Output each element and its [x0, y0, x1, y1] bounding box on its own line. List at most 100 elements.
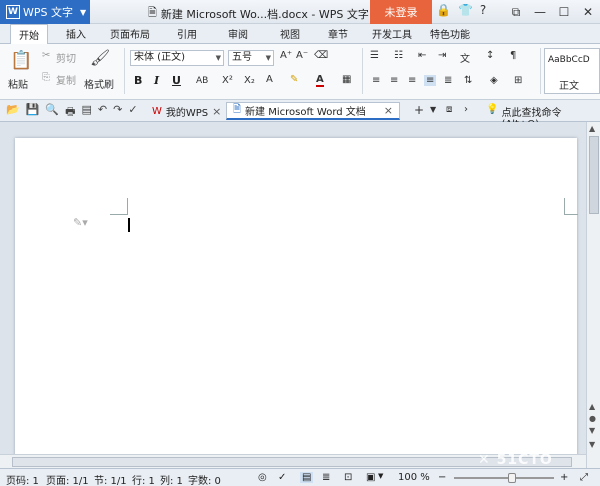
tab-references[interactable]: 引用 — [177, 26, 197, 41]
undo-icon[interactable]: ↶ — [98, 103, 107, 122]
tab-insert[interactable]: 插入 — [66, 26, 86, 41]
decrease-indent-icon[interactable]: ⇤ — [418, 50, 426, 61]
shirt-skin-icon[interactable]: 👕 — [458, 3, 473, 17]
numbered-list-icon[interactable]: ☷ — [394, 50, 403, 61]
help-icon[interactable]: ? — [480, 3, 486, 17]
document-title: 新建 Microsoft Wo...档.docx - WPS 文字 — [160, 7, 369, 21]
copy-button[interactable]: 复制 — [56, 72, 76, 87]
align-right-icon[interactable]: ≡ — [408, 75, 416, 86]
font-size-select[interactable]: 五号 ▼ — [228, 50, 274, 66]
align-left-icon[interactable]: ≡ — [372, 75, 380, 86]
web-view-icon[interactable]: ⊡ — [344, 472, 352, 483]
reading-view-icon[interactable]: ▣ — [366, 472, 375, 483]
chevron-down-icon[interactable]: ▼ — [430, 105, 436, 114]
increase-indent-icon[interactable]: ⇥ — [438, 50, 446, 61]
align-center-icon[interactable]: ≡ — [390, 75, 398, 86]
minimize-icon[interactable]: — — [528, 0, 552, 24]
font-color-icon[interactable]: A — [316, 74, 324, 87]
copy-icon[interactable]: ⎘ — [42, 72, 50, 83]
zoom-slider-track[interactable] — [454, 477, 554, 479]
underline-icon[interactable]: U — [172, 74, 181, 87]
superscript-icon[interactable]: X² — [222, 75, 233, 86]
login-button[interactable]: 未登录 — [370, 0, 432, 24]
export-pdf-icon[interactable]: ▤ — [82, 103, 92, 122]
vertical-scrollbar[interactable]: ▲ ▲ ● ▼ ▼ — [586, 122, 600, 468]
char-shading-icon[interactable]: ▦ — [342, 74, 351, 85]
restore-icon[interactable]: ⧉ — [504, 0, 528, 24]
tab-view[interactable]: 视图 — [280, 26, 300, 41]
status-word-count[interactable]: 字数: 0 — [188, 472, 221, 486]
bullet-list-icon[interactable]: ☰ — [370, 50, 379, 61]
tab-special-features[interactable]: 特色功能 — [430, 26, 470, 41]
cut-icon[interactable]: ✂ — [42, 50, 50, 61]
print-preview-icon[interactable]: 🔍 — [45, 103, 59, 122]
tab-page-layout[interactable]: 页面布局 — [110, 26, 150, 41]
tab-my-wps[interactable]: W 我的WPS × — [146, 102, 227, 120]
select-browse-object-icon[interactable]: ● — [589, 414, 596, 423]
tab-home[interactable]: 开始 — [10, 24, 48, 45]
tab-active-document[interactable]: 🗎 新建 Microsoft Word 文档 × — [226, 102, 401, 120]
scroll-up-icon[interactable]: ▲ — [589, 124, 595, 133]
close-icon[interactable]: × — [212, 105, 221, 118]
highlight-icon[interactable]: ✎ — [290, 74, 298, 85]
document-icon: 🗎 — [233, 104, 242, 115]
ribbon-separator — [124, 48, 125, 94]
redo-icon[interactable]: ↷ — [113, 103, 122, 122]
outline-view-icon[interactable]: ≣ — [322, 472, 330, 483]
status-page-number: 页码: 1 — [6, 476, 39, 486]
tab-list-icon[interactable]: ⧈ — [446, 104, 452, 115]
grow-font-icon[interactable]: A⁺ — [280, 50, 292, 61]
show-marks-icon[interactable]: ¶ — [510, 50, 516, 61]
zoom-out-icon[interactable]: − — [438, 472, 446, 483]
paragraph-spacing-icon[interactable]: ⇅ — [464, 75, 472, 86]
zoom-level[interactable]: 100 % — [398, 472, 430, 483]
chevron-right-icon[interactable]: › — [464, 104, 468, 115]
print-icon[interactable]: 🖶 — [65, 103, 75, 122]
shrink-font-icon[interactable]: A⁻ — [296, 50, 308, 61]
scroll-down-icon[interactable]: ▼ — [589, 426, 595, 435]
tab-review[interactable]: 审阅 — [228, 26, 248, 41]
strikethrough-icon[interactable]: AB — [196, 76, 208, 86]
italic-icon[interactable]: I — [154, 74, 159, 87]
protect-eye-icon[interactable]: ◎ — [258, 472, 267, 483]
close-icon[interactable]: × — [384, 104, 393, 117]
style-gallery-normal[interactable]: AaBbCcD 正文 — [544, 48, 600, 94]
lock-icon[interactable]: 🔒 — [436, 3, 451, 17]
zoom-slider-thumb[interactable] — [508, 473, 517, 483]
line-spacing-icon[interactable]: ↕ — [486, 50, 494, 61]
maximize-icon[interactable]: ☐ — [552, 0, 576, 24]
clear-format-icon[interactable]: ⌫ — [314, 50, 328, 61]
scroll-thumb[interactable] — [589, 136, 599, 214]
chinese-layout-icon[interactable]: 文 — [460, 50, 470, 65]
border-icon[interactable]: ⊞ — [514, 75, 522, 86]
save-icon[interactable]: 💾 — [26, 103, 40, 122]
fullscreen-icon[interactable]: ⤢ — [580, 472, 588, 483]
bold-icon[interactable]: B — [134, 74, 142, 87]
distribute-icon[interactable]: ≣ — [444, 75, 452, 86]
ribbon-tabs: 开始 插入 页面布局 引用 审阅 视图 章节 开发工具 特色功能 — [0, 24, 600, 45]
wps-app-menu-button[interactable]: W WPS 文字 ▼ — [0, 0, 90, 24]
close-icon[interactable]: ✕ — [576, 0, 600, 24]
document-page[interactable]: ✎▾ — [15, 138, 578, 468]
page-view-icon[interactable]: ▤ — [300, 472, 314, 483]
format-painter-icon[interactable]: 🖌 — [90, 48, 110, 67]
tab-chapter[interactable]: 章节 — [328, 26, 348, 41]
align-justify-icon[interactable]: ≡ — [424, 75, 437, 86]
font-name-select[interactable]: 宋体 (正文) ▼ — [130, 50, 224, 66]
spell-check-icon[interactable]: ✓ — [278, 472, 286, 483]
shading-icon[interactable]: ◈ — [490, 75, 498, 86]
subscript-icon[interactable]: X₂ — [244, 75, 255, 86]
zoom-in-icon[interactable]: + — [560, 472, 568, 483]
customize-icon[interactable]: ✓ — [128, 103, 137, 122]
paste-button[interactable]: 粘贴 — [8, 76, 28, 91]
format-painter-button[interactable]: 格式刷 — [84, 76, 114, 91]
paste-icon[interactable]: 📋 — [10, 50, 32, 71]
text-effect-icon[interactable]: A — [266, 74, 273, 85]
tab-developer[interactable]: 开发工具 — [372, 26, 412, 41]
scroll-down-icon[interactable]: ▼ — [589, 440, 595, 449]
open-folder-icon[interactable]: 📂 — [6, 103, 20, 122]
scroll-up-icon[interactable]: ▲ — [589, 402, 595, 411]
chevron-down-icon[interactable]: ▼ — [378, 472, 383, 480]
new-tab-icon[interactable]: + — [414, 103, 424, 117]
cut-button[interactable]: 剪切 — [56, 50, 76, 65]
